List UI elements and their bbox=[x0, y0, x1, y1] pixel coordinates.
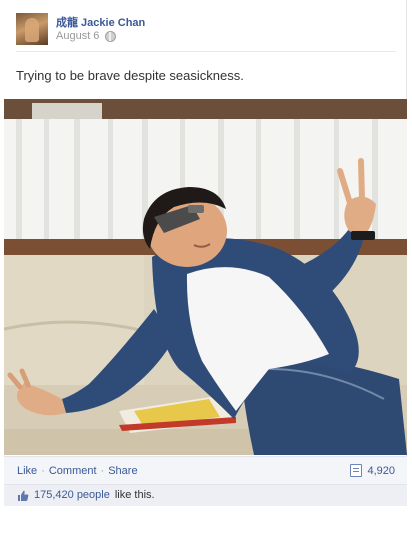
share-count-value: 4,920 bbox=[367, 464, 395, 477]
action-separator: · bbox=[100, 465, 105, 477]
share-link[interactable]: Share bbox=[108, 465, 137, 477]
photo-illustration bbox=[4, 99, 407, 455]
likes-summary: 175,420 people like this. bbox=[4, 484, 407, 506]
document-icon bbox=[350, 464, 363, 477]
header-divider bbox=[16, 51, 396, 52]
post-message: Trying to be brave despite seasickness. bbox=[16, 68, 244, 83]
likes-suffix: like this. bbox=[114, 489, 155, 501]
likes-inner: 175,420 people like this. bbox=[17, 489, 155, 501]
like-link[interactable]: Like bbox=[17, 465, 37, 477]
likes-count-link[interactable]: 175,420 people bbox=[34, 489, 110, 501]
globe-icon[interactable] bbox=[105, 30, 117, 42]
avatar-figure bbox=[25, 18, 39, 42]
post-date[interactable]: August 6 bbox=[56, 30, 99, 42]
action-bar: Like · Comment · Share 4,920 bbox=[4, 456, 407, 484]
post-actions: Like · Comment · Share bbox=[17, 465, 138, 477]
post-photo[interactable] bbox=[4, 99, 407, 455]
post-card: 成龍 Jackie Chan August 6 Trying to be bra… bbox=[0, 0, 412, 541]
post-meta: August 6 bbox=[56, 30, 117, 42]
author-avatar[interactable] bbox=[16, 13, 48, 45]
thumbs-up-icon bbox=[17, 490, 29, 501]
share-count[interactable]: 4,920 bbox=[350, 464, 395, 477]
comment-link[interactable]: Comment bbox=[49, 465, 97, 477]
action-separator: · bbox=[41, 465, 45, 477]
author-name[interactable]: 成龍 Jackie Chan bbox=[56, 14, 145, 30]
